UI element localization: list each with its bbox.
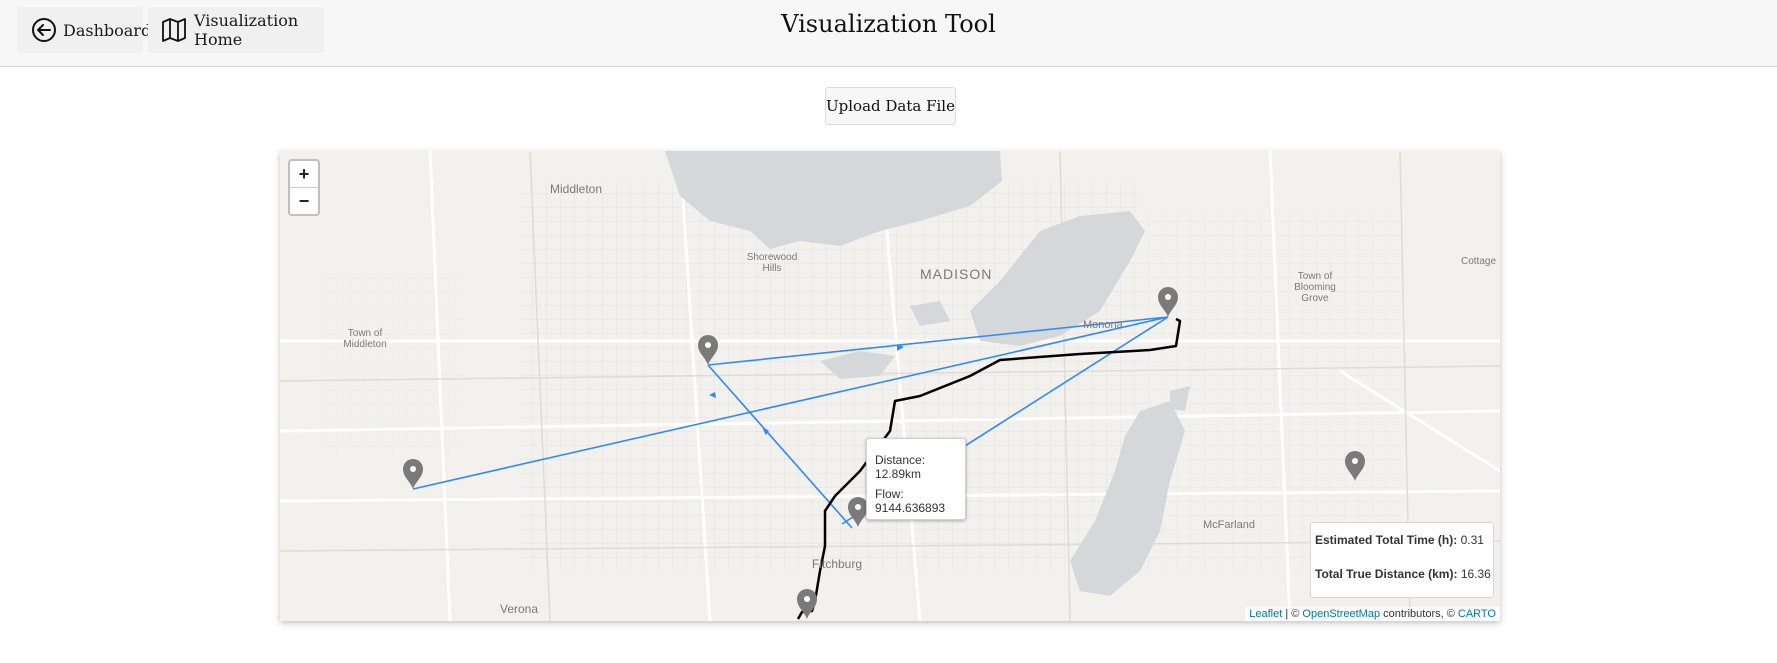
total-time-row: Estimated Total Time (h): 0.31 bbox=[1315, 533, 1484, 547]
total-time-value: 0.31 bbox=[1460, 533, 1484, 547]
route-stats-panel: Estimated Total Time (h): 0.31 Total Tru… bbox=[1310, 522, 1494, 598]
total-time-label: Estimated Total Time (h): bbox=[1315, 533, 1458, 547]
zoom-control: + − bbox=[288, 159, 320, 216]
label-town-of-middleton: Town of Middleton bbox=[343, 328, 387, 350]
total-distance-value: 16.36 bbox=[1460, 567, 1491, 581]
label-monona: Monona bbox=[1083, 319, 1123, 331]
leaflet-link[interactable]: Leaflet bbox=[1249, 608, 1282, 620]
map-attribution: Leaflet | © OpenStreetMap contributors, … bbox=[1245, 607, 1500, 621]
label-town-of-blooming-grove: Town of Blooming Grove bbox=[1294, 271, 1336, 304]
top-bar: Dashboard Visualization Home Visualizati… bbox=[0, 0, 1777, 67]
page-title: Visualization Tool bbox=[781, 10, 996, 38]
upload-data-file-button[interactable]: Upload Data File bbox=[825, 87, 956, 125]
label-cottage: Cottage bbox=[1461, 256, 1497, 267]
total-distance-label: Total True Distance (km): bbox=[1315, 567, 1458, 581]
carto-link[interactable]: CARTO bbox=[1458, 608, 1496, 620]
label-mcfarland: McFarland bbox=[1203, 519, 1255, 531]
tooltip-distance: Distance: 12.89km bbox=[875, 453, 926, 481]
label-verona: Verona bbox=[500, 602, 539, 616]
label-shorewood-hills: Shorewood Hills bbox=[746, 252, 798, 274]
attribution-separator-1: | © bbox=[1282, 608, 1303, 620]
label-fitchburg: Fitchburg bbox=[812, 557, 863, 571]
openstreetmap-link[interactable]: OpenStreetMap bbox=[1302, 608, 1380, 620]
zoom-out-button[interactable]: − bbox=[290, 187, 318, 214]
total-distance-row: Total True Distance (km): 16.36 bbox=[1315, 567, 1491, 581]
route-tooltip: Distance: 12.89km Flow: 9144.636893 bbox=[866, 438, 966, 520]
tooltip-flow: Flow: 9144.636893 bbox=[875, 487, 946, 515]
map-view[interactable]: Middleton Shorewood Hills MADISON Monona… bbox=[280, 151, 1500, 621]
label-middleton: Middleton bbox=[550, 182, 603, 196]
label-madison: MADISON bbox=[920, 266, 993, 282]
zoom-in-button[interactable]: + bbox=[290, 161, 318, 187]
attribution-separator-2: contributors, © bbox=[1380, 608, 1458, 620]
